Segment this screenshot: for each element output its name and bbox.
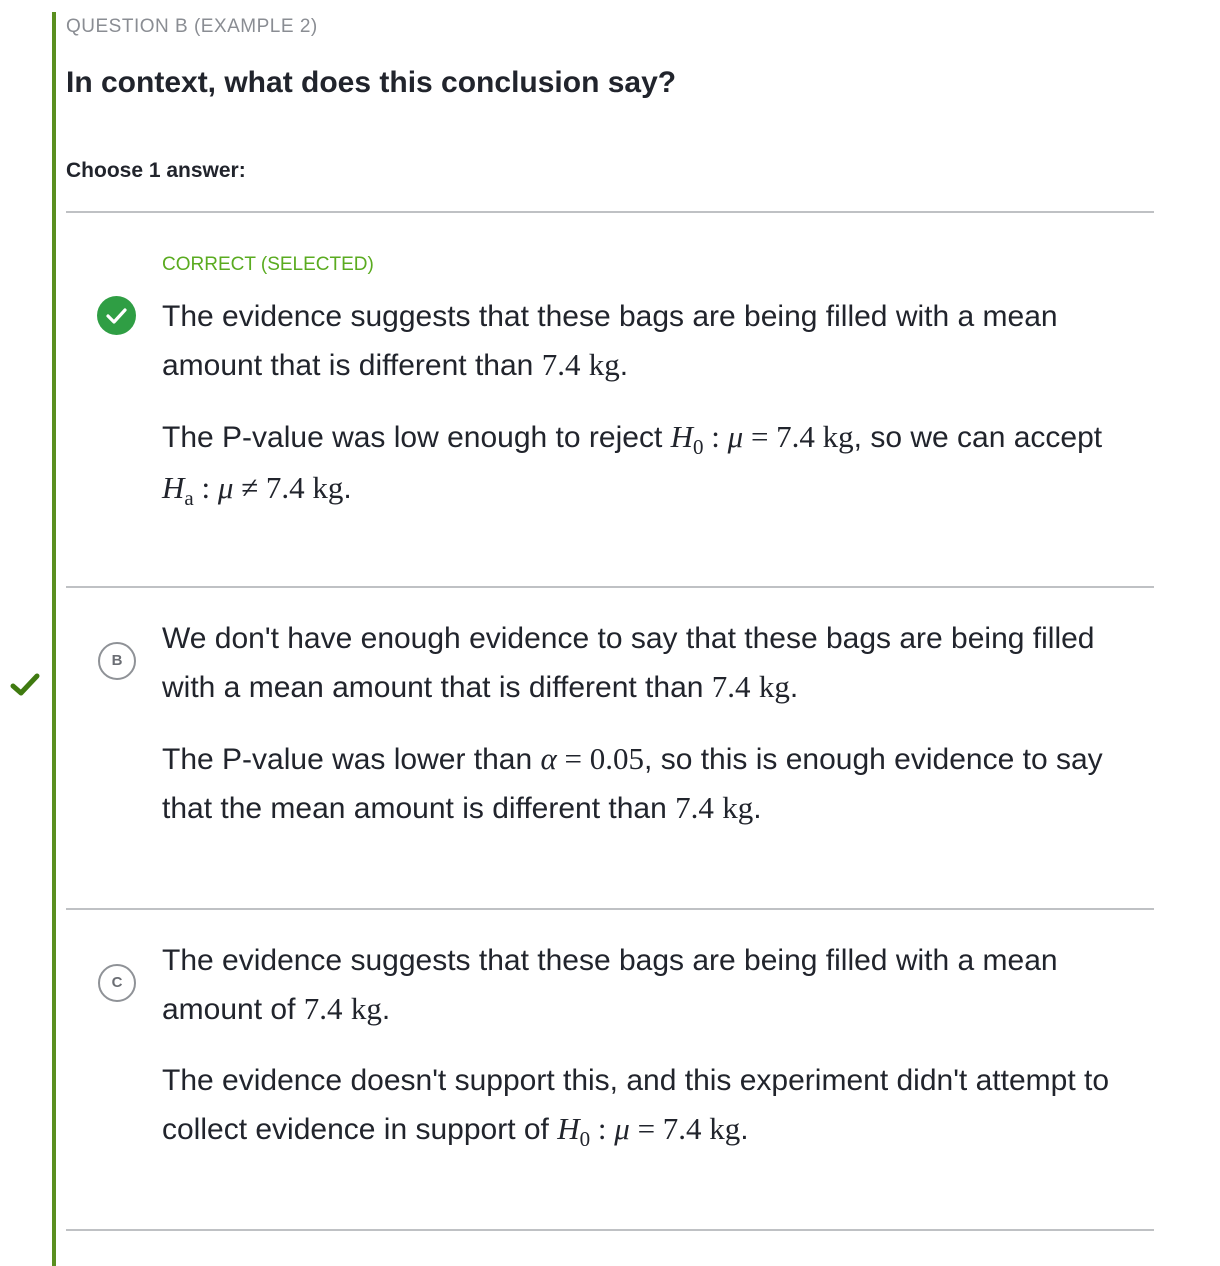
option-explanation: The P-value was lower than α = 0.05, so … [162, 741, 1103, 825]
option-explanation: The evidence doesn't support this, and t… [162, 1064, 1110, 1151]
option-letter-b[interactable]: B [98, 642, 136, 680]
question-title: In context, what does this conclusion sa… [66, 66, 677, 99]
option-explanation: The P-value was low enough to reject H0 … [162, 419, 1103, 510]
option-text: We don't have enough evidence to say tha… [162, 622, 1095, 704]
divider [66, 908, 1154, 910]
check-circle-icon [97, 296, 136, 335]
question-accent-bar [52, 12, 56, 1266]
option-status: CORRECT (SELECTED) [162, 254, 374, 275]
choose-answer-label: Choose 1 answer: [66, 159, 246, 182]
option-text: The evidence suggests that these bags ar… [162, 944, 1058, 1026]
checkmark-icon [10, 672, 40, 703]
divider [66, 586, 1154, 588]
divider [66, 1229, 1154, 1231]
option-letter-c[interactable]: C [98, 964, 136, 1002]
divider [66, 211, 1154, 213]
option-text: The evidence suggests that these bags ar… [162, 300, 1058, 382]
question-label: QUESTION B (EXAMPLE 2) [66, 16, 318, 37]
